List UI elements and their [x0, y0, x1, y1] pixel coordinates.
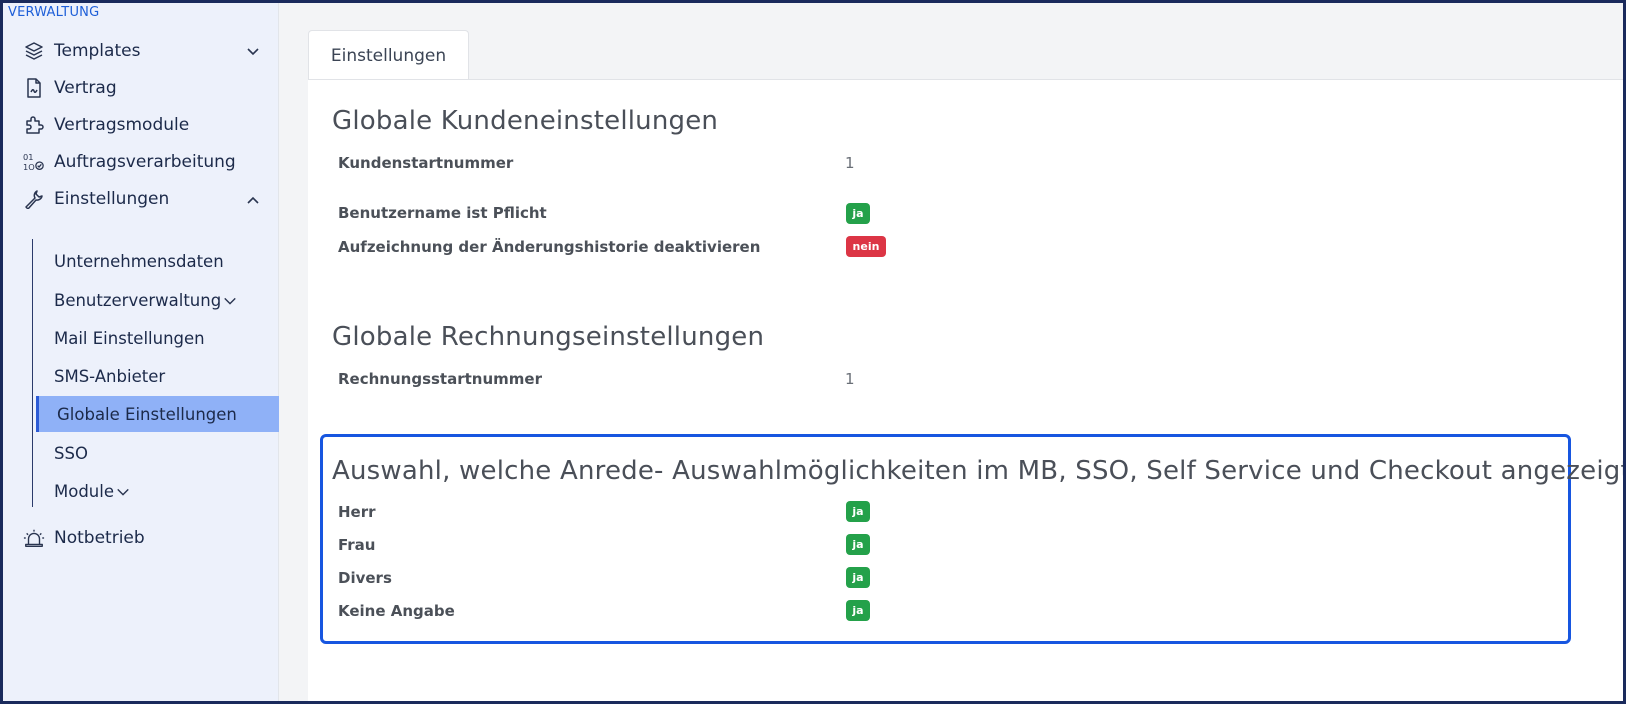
- status-badge: ja: [846, 600, 870, 621]
- section-title-rechnungseinstellungen: Globale Rechnungseinstellungen: [332, 322, 765, 352]
- sidebar-subitem-label: Benutzerverwaltung: [54, 290, 222, 310]
- sidebar-subitem-module[interactable]: Module: [33, 473, 279, 509]
- sidebar-item-vertrag[interactable]: Vertrag: [3, 72, 279, 104]
- sidebar-item-auftragsverarbeitung[interactable]: 01 1O Auftragsverarbeitung: [3, 146, 279, 178]
- sidebar-item-einstellungen[interactable]: Einstellungen: [3, 183, 279, 215]
- siren-icon: [23, 527, 45, 549]
- sidebar-subitem-sso[interactable]: SSO: [33, 435, 279, 471]
- svg-text:01: 01: [23, 152, 34, 162]
- row-value-rechnungsstartnummer: 1: [845, 370, 855, 388]
- sidebar-item-vertragsmodule[interactable]: Vertragsmodule: [3, 109, 279, 141]
- document-icon: [23, 77, 45, 99]
- sidebar-item-label: Auftragsverarbeitung: [54, 152, 236, 172]
- sidebar-item-label: Notbetrieb: [54, 528, 145, 548]
- sidebar-subitem-benutzerverwaltung[interactable]: Benutzerverwaltung: [33, 282, 279, 318]
- layers-icon: [23, 40, 45, 62]
- sidebar: VERWALTUNG Templates Vertrag Vertragsmod…: [3, 3, 279, 701]
- section-title-anrede: Auswahl, welche Anrede- Auswahlmöglichke…: [332, 456, 1626, 486]
- chevron-down-icon: [117, 488, 129, 496]
- sidebar-item-label: Einstellungen: [54, 189, 170, 209]
- row-label-kundenstartnummer: Kundenstartnummer: [338, 154, 514, 172]
- chevron-down-icon: [224, 297, 236, 305]
- row-label-keine-angabe: Keine Angabe: [338, 602, 455, 620]
- sidebar-subitem-globale-einstellungen[interactable]: Globale Einstellungen: [36, 396, 279, 432]
- sidebar-item-label: Vertrag: [54, 78, 117, 98]
- row-label-rechnungsstartnummer: Rechnungsstartnummer: [338, 370, 542, 388]
- sidebar-item-notbetrieb[interactable]: Notbetrieb: [3, 522, 279, 554]
- sidebar-subitem-label: Module: [54, 481, 114, 501]
- status-badge: ja: [846, 567, 870, 588]
- tab-einstellungen[interactable]: Einstellungen: [308, 30, 469, 80]
- status-badge: ja: [846, 534, 870, 555]
- sidebar-subitem-sms-anbieter[interactable]: SMS-Anbieter: [33, 358, 279, 394]
- svg-text:1O: 1O: [23, 162, 35, 172]
- sidebar-item-label: Vertragsmodule: [54, 115, 190, 135]
- sidebar-item-templates[interactable]: Templates: [3, 35, 279, 67]
- row-label-aenderungshistorie: Aufzeichnung der Änderungshistorie deakt…: [338, 238, 761, 256]
- wrench-icon: [23, 188, 45, 210]
- settings-panel: Globale Kundeneinstellungen Kundenstartn…: [308, 79, 1626, 701]
- section-title-kundeneinstellungen: Globale Kundeneinstellungen: [332, 106, 719, 136]
- sidebar-subitem-mail-einstellungen[interactable]: Mail Einstellungen: [33, 320, 279, 356]
- row-label-frau: Frau: [338, 536, 376, 554]
- sidebar-section-label: VERWALTUNG: [8, 5, 100, 20]
- app-window: VERWALTUNG Templates Vertrag Vertragsmod…: [0, 0, 1626, 704]
- sidebar-subitem-unternehmensdaten[interactable]: Unternehmensdaten: [33, 243, 279, 279]
- row-label-benutzername-pflicht: Benutzername ist Pflicht: [338, 204, 547, 222]
- binary-check-icon: 01 1O: [23, 151, 45, 173]
- tab-label: Einstellungen: [330, 45, 447, 66]
- chevron-down-icon: [247, 48, 259, 56]
- chevron-up-icon: [247, 196, 259, 204]
- puzzle-icon: [23, 114, 45, 136]
- status-badge: ja: [846, 501, 870, 522]
- main-content: Einstellungen Globale Kundeneinstellunge…: [279, 3, 1626, 701]
- row-label-divers: Divers: [338, 569, 392, 587]
- status-badge: nein: [846, 236, 886, 257]
- status-badge: ja: [846, 203, 870, 224]
- row-label-herr: Herr: [338, 503, 376, 521]
- sidebar-item-label: Templates: [54, 41, 141, 61]
- row-value-kundenstartnummer: 1: [845, 154, 855, 172]
